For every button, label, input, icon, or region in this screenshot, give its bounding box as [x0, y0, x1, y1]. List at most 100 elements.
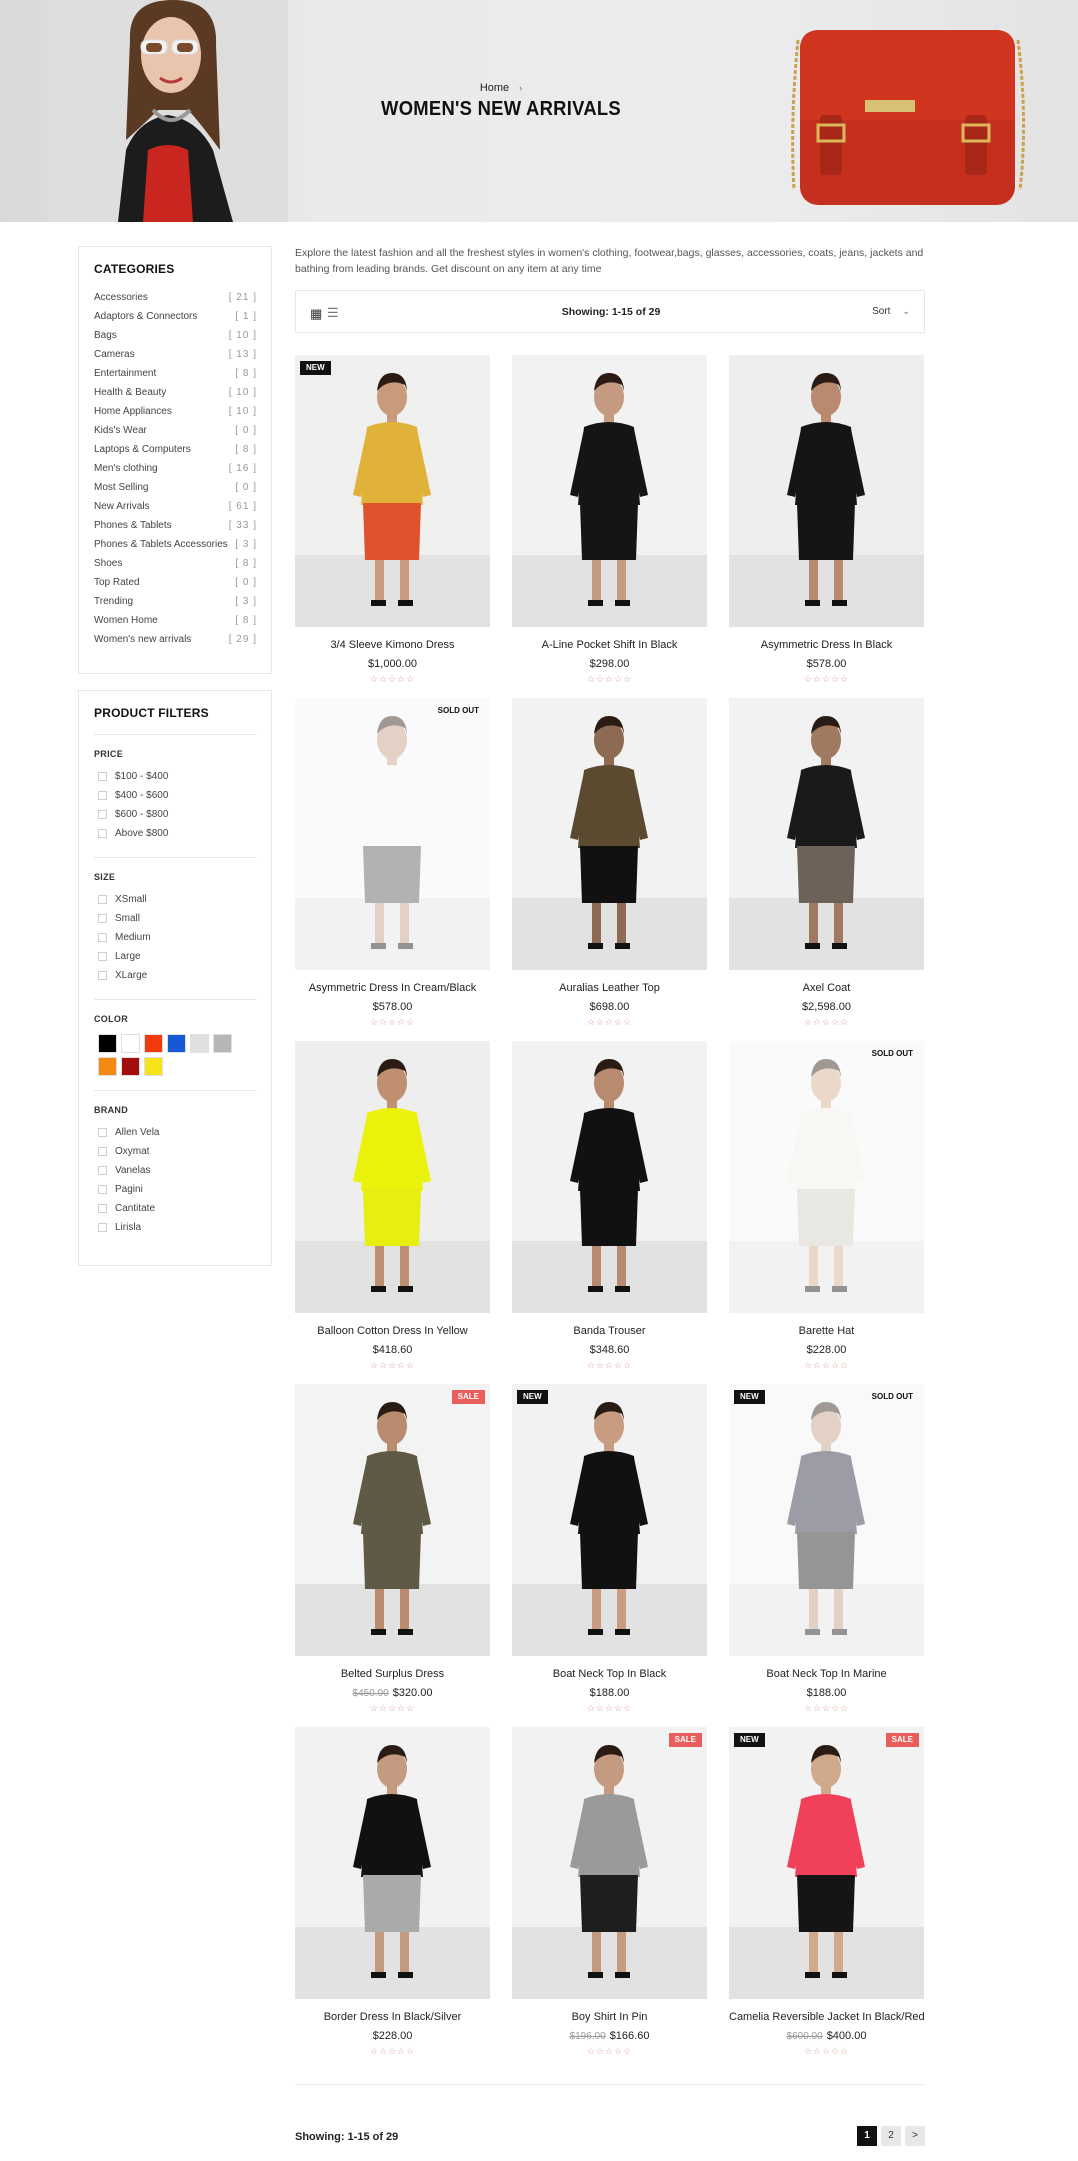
category-item[interactable]: Bags [ 10 ] — [94, 326, 257, 345]
product-card[interactable]: Axel Coat $2,598.00 ☆☆☆☆☆ — [729, 698, 924, 1028]
product-image-wrap[interactable] — [295, 1727, 490, 1999]
checkbox[interactable] — [98, 895, 107, 904]
product-card[interactable]: NEW Boat Neck Top In Black $188.00 ☆☆☆☆☆ — [512, 1384, 707, 1714]
checkbox[interactable] — [98, 971, 107, 980]
checkbox[interactable] — [98, 1185, 107, 1194]
size-filter-option[interactable]: XSmall — [98, 890, 271, 909]
product-image-wrap[interactable] — [295, 355, 490, 627]
brand-filter-option[interactable]: Vanelas — [98, 1161, 271, 1180]
product-image[interactable] — [295, 1384, 490, 1656]
color-swatch[interactable] — [98, 1057, 117, 1076]
category-item[interactable]: Women's new arrivals [ 29 ] — [94, 630, 257, 649]
product-name[interactable]: Border Dress In Black/Silver — [295, 2011, 490, 2023]
product-image[interactable] — [512, 1727, 707, 1999]
product-image[interactable] — [729, 1041, 924, 1313]
category-item[interactable]: Shoes [ 8 ] — [94, 554, 257, 573]
product-image-wrap[interactable] — [729, 1384, 924, 1656]
product-image[interactable] — [295, 698, 490, 970]
size-filter-option[interactable]: Medium — [98, 928, 271, 947]
product-image[interactable] — [729, 1384, 924, 1656]
sort-dropdown[interactable]: Sort ⌄ — [872, 306, 910, 317]
product-name[interactable]: Camelia Reversible Jacket In Black/Red — [729, 2011, 925, 2023]
category-item[interactable]: Entertainment [ 8 ] — [94, 364, 257, 383]
checkbox[interactable] — [98, 1204, 107, 1213]
checkbox[interactable] — [98, 1223, 107, 1232]
category-item[interactable]: Laptops & Computers [ 8 ] — [94, 440, 257, 459]
category-item[interactable]: Kids's Wear [ 0 ] — [94, 421, 257, 440]
product-name[interactable]: A-Line Pocket Shift In Black — [512, 639, 707, 651]
category-item[interactable]: Home Appliances [ 10 ] — [94, 402, 257, 421]
product-image[interactable] — [295, 1041, 490, 1313]
product-name[interactable]: Belted Surplus Dress — [295, 1668, 490, 1680]
price-filter-option[interactable]: $100 - $400 — [98, 767, 271, 786]
brand-filter-option[interactable]: Pagini — [98, 1180, 271, 1199]
product-name[interactable]: Asymmetric Dress In Black — [729, 639, 924, 651]
product-name[interactable]: Balloon Cotton Dress In Yellow — [295, 1325, 490, 1337]
product-name[interactable]: Axel Coat — [729, 982, 924, 994]
category-item[interactable]: Cameras [ 13 ] — [94, 345, 257, 364]
product-image-wrap[interactable] — [512, 1727, 707, 1999]
color-swatch[interactable] — [190, 1034, 209, 1053]
brand-filter-option[interactable]: Cantitate — [98, 1199, 271, 1218]
checkbox[interactable] — [98, 1147, 107, 1156]
page-button[interactable]: 1 — [857, 2126, 877, 2146]
product-image[interactable] — [512, 355, 707, 627]
product-image[interactable] — [512, 1384, 707, 1656]
product-name[interactable]: Boat Neck Top In Black — [512, 1668, 707, 1680]
price-filter-option[interactable]: $400 - $600 — [98, 786, 271, 805]
product-image[interactable] — [729, 355, 924, 627]
product-card[interactable]: NEW SOLD OUT Boat Neck Top In Marine $188.0… — [729, 1384, 924, 1714]
product-image-wrap[interactable] — [295, 1041, 490, 1313]
product-card[interactable]: SOLD OUT Barette Hat $228.00 ☆☆☆☆☆ — [729, 1041, 924, 1371]
breadcrumb-home[interactable]: Home — [480, 82, 509, 94]
color-swatch[interactable] — [144, 1057, 163, 1076]
product-card[interactable]: Banda Trouser $348.60 ☆☆☆☆☆ — [512, 1041, 707, 1371]
category-item[interactable]: New Arrivals [ 61 ] — [94, 497, 257, 516]
checkbox[interactable] — [98, 772, 107, 781]
product-name[interactable]: Asymmetric Dress In Cream/Black — [295, 982, 490, 994]
product-image[interactable] — [295, 355, 490, 627]
category-item[interactable]: Trending [ 3 ] — [94, 592, 257, 611]
product-name[interactable]: Boat Neck Top In Marine — [729, 1668, 924, 1680]
price-filter-option[interactable]: Above $800 — [98, 824, 271, 843]
product-name[interactable]: Boy Shirt In Pin — [512, 2011, 707, 2023]
checkbox[interactable] — [98, 1128, 107, 1137]
product-name[interactable]: Barette Hat — [729, 1325, 924, 1337]
color-swatch[interactable] — [121, 1057, 140, 1076]
category-item[interactable]: Women Home [ 8 ] — [94, 611, 257, 630]
color-swatch[interactable] — [98, 1034, 117, 1053]
checkbox[interactable] — [98, 810, 107, 819]
category-item[interactable]: Adaptors & Connectors [ 1 ] — [94, 307, 257, 326]
product-card[interactable]: NEW 3/4 Sleeve Kimono Dress $1,000.00 ☆☆☆☆☆ — [295, 355, 490, 685]
size-filter-option[interactable]: XLarge — [98, 966, 271, 985]
product-card[interactable]: Asymmetric Dress In Black $578.00 ☆☆☆☆☆ — [729, 355, 924, 685]
size-filter-option[interactable]: Large — [98, 947, 271, 966]
product-name[interactable]: Auralias Leather Top — [512, 982, 707, 994]
product-image-wrap[interactable] — [512, 698, 707, 970]
product-image-wrap[interactable] — [295, 1384, 490, 1656]
product-image-wrap[interactable] — [729, 698, 924, 970]
product-image[interactable] — [512, 698, 707, 970]
product-image-wrap[interactable] — [729, 1041, 924, 1313]
brand-filter-option[interactable]: Oxymat — [98, 1142, 271, 1161]
checkbox[interactable] — [98, 1166, 107, 1175]
page-button[interactable]: 2 — [881, 2126, 901, 2146]
product-card[interactable]: Balloon Cotton Dress In Yellow $418.60 ☆☆☆… — [295, 1041, 490, 1371]
product-image[interactable] — [512, 1041, 707, 1313]
product-image-wrap[interactable] — [512, 355, 707, 627]
color-swatch[interactable] — [121, 1034, 140, 1053]
checkbox[interactable] — [98, 952, 107, 961]
product-image-wrap[interactable] — [512, 1384, 707, 1656]
category-item[interactable]: Accessories [ 21 ] — [94, 288, 257, 307]
category-item[interactable]: Phones & Tablets Accessories [ 3 ] — [94, 535, 257, 554]
product-image-wrap[interactable] — [729, 355, 924, 627]
product-card[interactable]: NEW SALE Camelia Reversible Jacket In Blac… — [729, 1727, 925, 2057]
category-item[interactable]: Most Selling [ 0 ] — [94, 478, 257, 497]
product-card[interactable]: A-Line Pocket Shift In Black $298.00 ☆☆☆☆☆ — [512, 355, 707, 685]
checkbox[interactable] — [98, 933, 107, 942]
price-filter-option[interactable]: $600 - $800 — [98, 805, 271, 824]
product-name[interactable]: 3/4 Sleeve Kimono Dress — [295, 639, 490, 651]
brand-filter-option[interactable]: Allen Vela — [98, 1123, 271, 1142]
checkbox[interactable] — [98, 829, 107, 838]
color-swatch[interactable] — [144, 1034, 163, 1053]
